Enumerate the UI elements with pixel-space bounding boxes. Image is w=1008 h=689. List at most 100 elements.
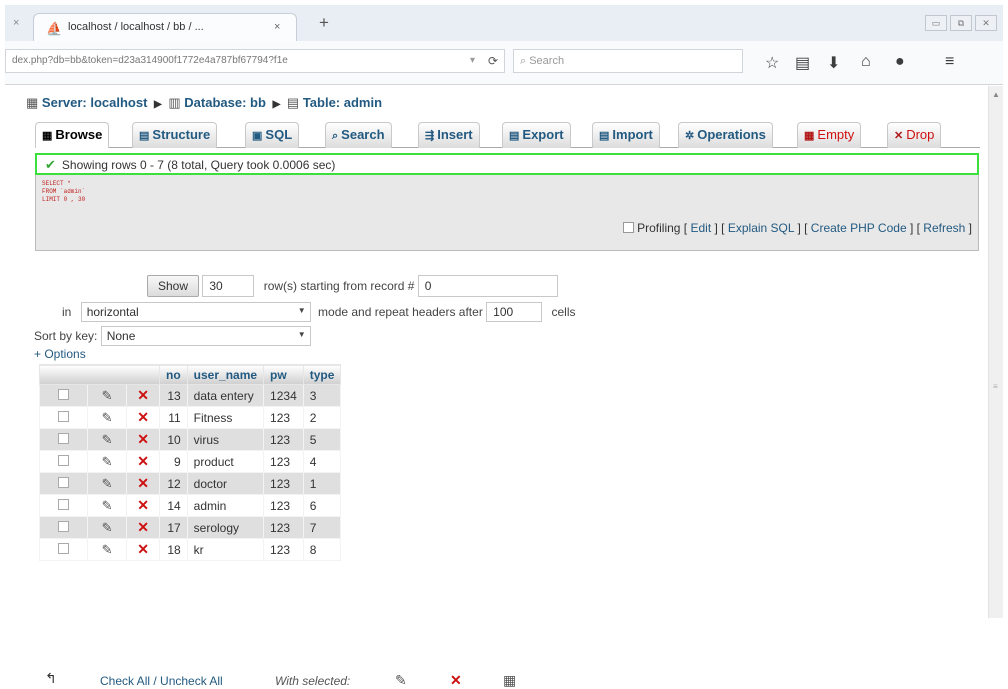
home-icon[interactable]: ⌂ — [861, 53, 871, 71]
table-row[interactable]: ✎ ✕ 12 doctor 123 1 — [39, 472, 342, 495]
restore-button[interactable]: ⧉ — [950, 15, 972, 31]
delete-icon[interactable]: ✕ — [137, 497, 149, 513]
delete-icon[interactable]: ✕ — [137, 475, 149, 491]
delete-icon[interactable]: ✕ — [137, 409, 149, 425]
cell-type[interactable]: 5 — [302, 428, 342, 451]
cell-user-name[interactable]: serology — [186, 516, 265, 539]
row-checkbox[interactable] — [58, 388, 69, 400]
menu-icon[interactable]: ≡ — [945, 53, 954, 71]
column-header-user-name[interactable]: user_name — [186, 364, 265, 385]
bookmark-star-icon[interactable]: ☆ — [765, 53, 779, 73]
edit-link[interactable]: Edit — [690, 221, 711, 235]
cell-no[interactable]: 14 — [159, 494, 188, 517]
tab-export[interactable]: ▤ Export — [502, 122, 571, 148]
cell-no[interactable]: 10 — [159, 428, 188, 451]
browser-tab[interactable]: ⛵ localhost / localhost / bb / ... × — [33, 13, 297, 41]
row-checkbox[interactable] — [58, 520, 69, 532]
cell-user-name[interactable]: kr — [186, 538, 265, 561]
vertical-scrollbar[interactable]: ▲ ≡ — [988, 86, 1003, 618]
window-close-button[interactable]: ✕ — [975, 15, 997, 31]
minimize-button[interactable]: ▭ — [925, 15, 947, 31]
tab-search[interactable]: ⌕ Search — [325, 122, 392, 148]
cell-type[interactable]: 8 — [302, 538, 342, 561]
cell-no[interactable]: 13 — [159, 384, 188, 407]
table-row[interactable]: ✎ ✕ 18 kr 123 8 — [39, 538, 342, 561]
cell-type[interactable]: 3 — [302, 384, 342, 407]
table-row[interactable]: ✎ ✕ 14 admin 123 6 — [39, 494, 342, 517]
cell-no[interactable]: 11 — [159, 406, 188, 429]
column-header-pw[interactable]: pw — [263, 364, 304, 385]
edit-pencil-icon[interactable]: ✎ — [102, 432, 113, 447]
sort-key-select[interactable]: None ▼ — [100, 326, 311, 346]
cell-user-name[interactable]: product — [186, 450, 265, 473]
cell-pw[interactable]: 123 — [263, 494, 304, 517]
table-row[interactable]: ✎ ✕ 11 Fitness 123 2 — [39, 406, 342, 429]
edit-pencil-icon[interactable]: ✎ — [102, 498, 113, 513]
options-link[interactable]: + Options — [34, 347, 86, 361]
table-row[interactable]: ✎ ✕ 9 product 123 4 — [39, 450, 342, 473]
row-checkbox[interactable] — [58, 476, 69, 488]
cell-type[interactable]: 6 — [302, 494, 342, 517]
cell-user-name[interactable]: virus — [186, 428, 265, 451]
column-header-no[interactable]: no — [159, 364, 188, 385]
cell-pw[interactable]: 123 — [263, 450, 304, 473]
cell-pw[interactable]: 123 — [263, 538, 304, 561]
tab-structure[interactable]: ▤ Structure — [132, 122, 218, 148]
breadcrumb-database[interactable]: Database: bb — [184, 95, 266, 110]
column-header-type[interactable]: type — [302, 364, 342, 385]
tab-empty[interactable]: ▦ Empty — [797, 122, 862, 148]
edit-pencil-icon[interactable]: ✎ — [102, 454, 113, 469]
profiling-checkbox[interactable] — [623, 222, 635, 233]
show-button[interactable]: Show — [147, 275, 200, 297]
tab-browse[interactable]: ▦ Browse — [35, 122, 110, 148]
tab-close-icon[interactable]: × — [274, 21, 280, 33]
cell-pw[interactable]: 1234 — [263, 384, 304, 407]
start-record-input[interactable]: 0 — [417, 275, 558, 297]
scroll-up-icon[interactable]: ▲ — [992, 90, 1000, 99]
tab-sql[interactable]: ▣ SQL — [245, 122, 300, 148]
tab-insert[interactable]: ⇶ Insert — [418, 122, 480, 148]
tab-drop[interactable]: ✕ Drop — [887, 122, 942, 148]
create-php-code-link[interactable]: Create PHP Code — [811, 221, 907, 235]
table-row[interactable]: ✎ ✕ 13 data entery 1234 3 — [39, 384, 342, 407]
chat-icon[interactable]: ● — [895, 53, 905, 71]
rows-count-input[interactable]: 30 — [202, 275, 255, 297]
cell-no[interactable]: 12 — [159, 472, 188, 495]
cell-no[interactable]: 18 — [159, 538, 188, 561]
row-checkbox[interactable] — [58, 432, 69, 444]
dropdown-arrow-icon[interactable]: ▾ — [470, 55, 475, 66]
reload-icon[interactable]: ⟳ — [488, 54, 498, 68]
row-checkbox[interactable] — [58, 454, 69, 466]
cell-type[interactable]: 4 — [302, 450, 342, 473]
row-checkbox[interactable] — [58, 542, 69, 554]
delete-selected-icon[interactable]: ✕ — [450, 672, 462, 689]
address-bar[interactable]: dex.php?db=bb&token=d23a314900f1772e4a78… — [5, 49, 505, 73]
cell-user-name[interactable]: data entery — [186, 384, 265, 407]
row-checkbox[interactable] — [58, 498, 69, 510]
cell-type[interactable]: 2 — [302, 406, 342, 429]
row-checkbox[interactable] — [58, 410, 69, 422]
cell-pw[interactable]: 123 — [263, 472, 304, 495]
tab-operations[interactable]: ✲ Operations — [678, 122, 773, 148]
check-all-link[interactable]: Check All / Uncheck All — [100, 674, 223, 688]
breadcrumb-server[interactable]: Server: localhost — [42, 95, 148, 110]
cell-no[interactable]: 17 — [159, 516, 188, 539]
delete-icon[interactable]: ✕ — [137, 453, 149, 469]
cell-type[interactable]: 7 — [302, 516, 342, 539]
cell-user-name[interactable]: doctor — [186, 472, 265, 495]
edit-pencil-icon[interactable]: ✎ — [102, 542, 113, 557]
reading-list-icon[interactable]: ▤ — [795, 53, 810, 73]
cell-user-name[interactable]: admin — [186, 494, 265, 517]
edit-selected-icon[interactable]: ✎ — [395, 672, 407, 689]
cell-pw[interactable]: 123 — [263, 406, 304, 429]
repeat-headers-input[interactable]: 100 — [486, 302, 543, 322]
table-row[interactable]: ✎ ✕ 17 serology 123 7 — [39, 516, 342, 539]
browser-search-input[interactable]: ⌕ Search — [513, 49, 743, 73]
cell-type[interactable]: 1 — [302, 472, 342, 495]
table-row[interactable]: ✎ ✕ 10 virus 123 5 — [39, 428, 342, 451]
cell-no[interactable]: 9 — [159, 450, 188, 473]
edit-pencil-icon[interactable]: ✎ — [102, 520, 113, 535]
cell-pw[interactable]: 123 — [263, 516, 304, 539]
delete-icon[interactable]: ✕ — [137, 387, 149, 403]
new-tab-button[interactable]: + — [319, 13, 329, 33]
